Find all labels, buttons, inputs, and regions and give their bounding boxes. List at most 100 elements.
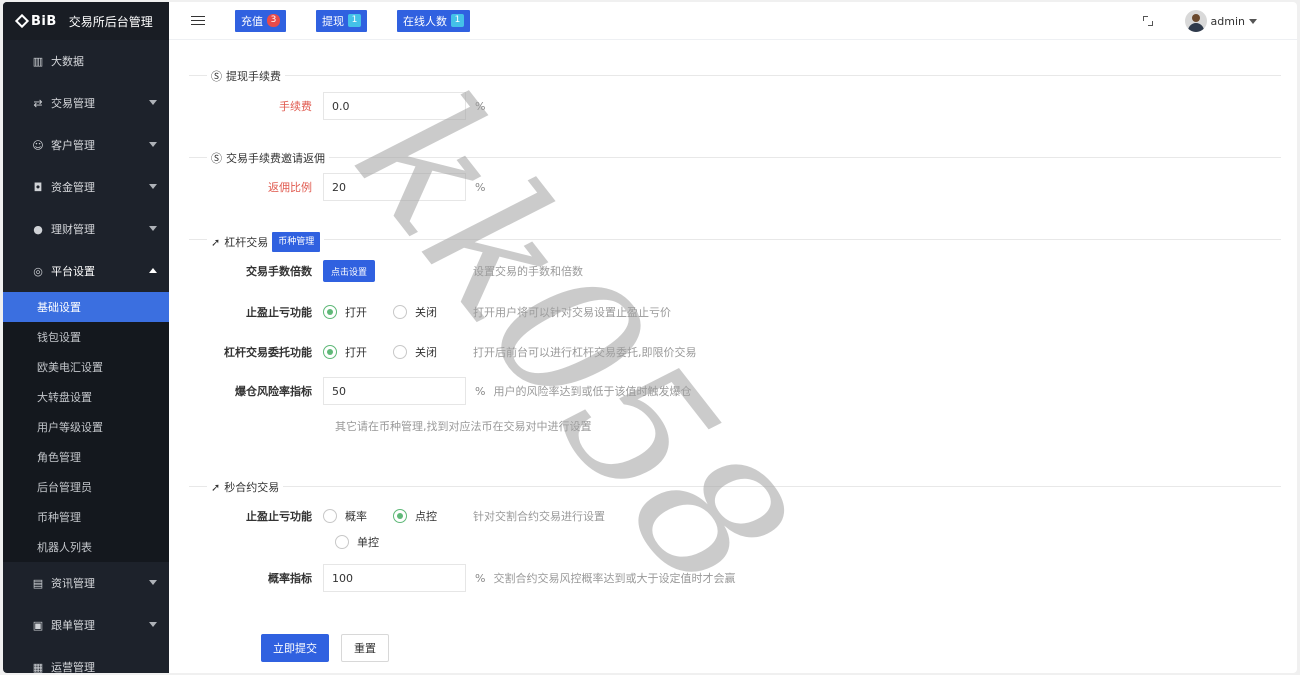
submit-button[interactable]: 立即提交: [261, 634, 329, 662]
rebate-input[interactable]: 20: [323, 173, 466, 201]
leverage-entrust-off-radio[interactable]: 关闭: [393, 344, 437, 360]
leverage-entrust-hint: 打开后前台可以进行杠杆交易委托,即限价交易: [473, 346, 697, 359]
sidebar-item-bigdata[interactable]: ▥ 大数据: [3, 40, 169, 82]
row-leverage-multiple: 交易手数倍数 点击设置 设置交易的手数和倍数: [169, 257, 583, 285]
sidebar-subitem-wheel[interactable]: 大转盘设置: [3, 382, 169, 412]
withdraw-label: 提现: [322, 14, 344, 28]
leverage-risk-hint: 用户的风险率达到或低于该值时触发爆仓: [493, 385, 692, 398]
second-prob-input[interactable]: 100: [323, 564, 466, 592]
sidebar-item-trade[interactable]: ⇄ 交易管理: [3, 82, 169, 124]
news-icon: ▤: [32, 576, 44, 590]
reset-button[interactable]: 重置: [341, 634, 389, 662]
row-second-single: 单控: [335, 528, 405, 556]
row-second-prob: 概率指标 100 % 交割合约交易风控概率达到或大于设定值时才会赢: [169, 564, 735, 592]
avatar[interactable]: [1184, 10, 1207, 32]
users-icon: ☺: [32, 138, 44, 152]
section-leverage: ➚ 杠杆交易 币种管理: [189, 232, 1281, 252]
sidebar-subitem-robots[interactable]: 机器人列表: [3, 532, 169, 562]
logo: BiB: [14, 13, 57, 29]
rebate-unit: %: [475, 180, 486, 194]
sidebar-item-label: 理财管理: [51, 223, 95, 236]
sidebar-subitem-wallet[interactable]: 钱包设置: [3, 322, 169, 352]
moneybag-icon: ◘: [33, 180, 43, 194]
chevron-down-icon: [149, 226, 157, 231]
second-prob-radio[interactable]: 概率: [323, 508, 367, 524]
coin-manage-button[interactable]: 币种管理: [272, 232, 321, 252]
leverage-entrust-label: 杠杆交易委托功能: [224, 346, 312, 359]
sidebar-subnav: 基础设置 钱包设置 欧美电汇设置 大转盘设置 用户等级设置 角色管理 后台管理员…: [3, 292, 169, 562]
topbar-right: admin: [1142, 2, 1257, 40]
menu-toggle-icon[interactable]: [191, 13, 205, 28]
row-leverage-entrust: 杠杆交易委托功能 打开 关闭 打开后前台可以进行杠杆交易委托,即限价交易: [169, 338, 697, 366]
piggy-icon: ●: [33, 222, 43, 236]
leverage-risk-unit: %: [475, 384, 486, 398]
follow-icon: ▣: [32, 618, 44, 632]
chevron-down-icon: [149, 100, 157, 105]
leverage-multiple-label: 交易手数倍数: [246, 265, 312, 278]
chart-icon: ▥: [32, 54, 44, 68]
sidebar-item-customers[interactable]: ☺ 客户管理: [3, 124, 169, 166]
settings-form: Ⓢ 提现手续费 手续费 0.0 % Ⓢ 交易手续费邀请返佣 返佣比例 20 % ➚ 杠…: [169, 40, 1297, 673]
sidebar-item-ops[interactable]: ▦ 运营管理: [3, 646, 169, 674]
ops-icon: ▦: [32, 660, 44, 674]
sidebar-subitem-roles[interactable]: 角色管理: [3, 442, 169, 472]
online-users-button[interactable]: 在线人数 1: [397, 9, 470, 32]
sidebar-item-label: 客户管理: [51, 139, 95, 152]
leverage-multiple-hint: 设置交易的手数和倍数: [473, 265, 583, 278]
chevron-down-icon: [149, 184, 157, 189]
withdraw-fee-input[interactable]: 0.0: [323, 92, 466, 120]
sidebar-item-platform[interactable]: ◎ 平台设置: [3, 250, 169, 292]
second-single-radio[interactable]: 单控: [335, 534, 379, 550]
online-users-badge: 1: [451, 14, 464, 27]
withdraw-fee-label: 手续费: [279, 100, 312, 113]
section-title: 提现手续费: [226, 70, 281, 83]
leverage-stop-hint: 打开用户将可以针对交易设置止盈止亏价: [473, 306, 671, 319]
sidebar-subitem-coins[interactable]: 币种管理: [3, 502, 169, 532]
rebate-label: 返佣比例: [268, 181, 312, 194]
second-prob-label: 概率指标: [268, 572, 312, 585]
leverage-note: 其它请在币种管理,找到对应法币在交易对中进行设置: [335, 420, 592, 433]
second-stop-label: 止盈止亏功能: [246, 510, 312, 523]
topbar: 充值 3 提现 1 在线人数 1 admin: [169, 2, 1297, 40]
sidebar-item-news[interactable]: ▤ 资讯管理: [3, 562, 169, 604]
sidebar-item-label: 资讯管理: [51, 577, 95, 590]
section-second-contract: ➚ 秒合约交易: [189, 479, 1281, 495]
leverage-risk-input[interactable]: 50: [323, 377, 466, 405]
caret-down-icon[interactable]: [1249, 18, 1257, 24]
sidebar-subitem-admins[interactable]: 后台管理员: [3, 472, 169, 502]
sidebar-item-label: 平台设置: [51, 265, 95, 278]
paper-plane-icon: ➚: [211, 235, 221, 249]
logo-bar: BiB 交易所后台管理: [3, 2, 169, 40]
withdraw-badge: 1: [348, 14, 361, 27]
sidebar-subitem-wire[interactable]: 欧美电汇设置: [3, 352, 169, 382]
paper-plane-icon: ➚: [211, 480, 221, 494]
leverage-entrust-on-radio[interactable]: 打开: [323, 344, 367, 360]
recharge-button[interactable]: 充值 3: [235, 9, 286, 32]
sidebar-item-label: 交易管理: [51, 97, 95, 110]
leverage-stop-on-radio[interactable]: 打开: [323, 304, 367, 320]
sidebar-item-label: 大数据: [51, 55, 84, 68]
sidebar-item-funds[interactable]: ◘ 资金管理: [3, 166, 169, 208]
logo-text: BiB: [31, 13, 57, 29]
fullscreen-icon[interactable]: [1142, 16, 1153, 26]
dollar-circle-icon: Ⓢ: [211, 70, 222, 83]
section-rebate: Ⓢ 交易手续费邀请返佣: [189, 150, 1281, 166]
settings-icon: ◎: [33, 264, 43, 278]
section-withdraw-fee: Ⓢ 提现手续费: [189, 68, 1281, 84]
dollar-circle-icon: Ⓢ: [211, 152, 222, 165]
user-name[interactable]: admin: [1211, 15, 1245, 28]
withdraw-button[interactable]: 提现 1: [316, 9, 367, 32]
sidebar-subitem-basic[interactable]: 基础设置: [3, 292, 169, 322]
sidebar-item-follow[interactable]: ▣ 跟单管理: [3, 604, 169, 646]
app-window: BiB 交易所后台管理 ▥ 大数据 ⇄ 交易管理 ☺ 客户管理 ◘ 资金管理 ●…: [3, 2, 1297, 673]
leverage-stop-off-radio[interactable]: 关闭: [393, 304, 437, 320]
sidebar-item-label: 资金管理: [51, 181, 95, 194]
second-prob-unit: %: [475, 571, 486, 585]
sidebar-subitem-userlevel[interactable]: 用户等级设置: [3, 412, 169, 442]
exchange-icon: ⇄: [33, 96, 43, 110]
multiple-settings-button[interactable]: 点击设置: [323, 260, 376, 282]
second-point-radio[interactable]: 点控: [393, 508, 437, 524]
leverage-risk-label: 爆仓风险率指标: [235, 385, 312, 398]
section-title: 交易手续费邀请返佣: [226, 152, 325, 165]
sidebar-item-finance[interactable]: ● 理财管理: [3, 208, 169, 250]
